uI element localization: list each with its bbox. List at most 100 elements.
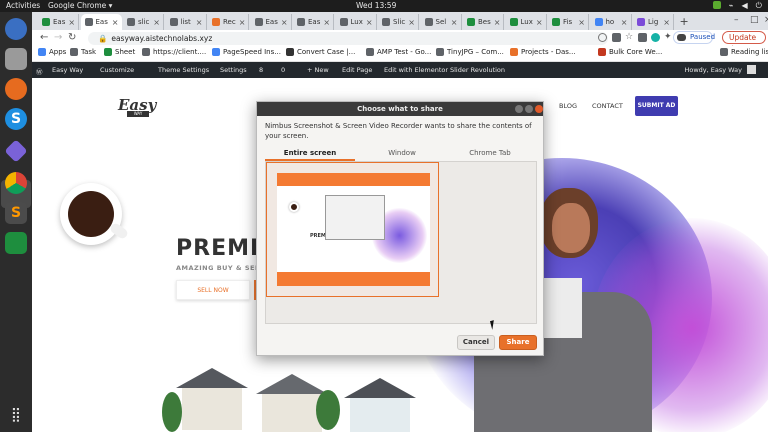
maximize-window-icon[interactable]: □ xyxy=(750,15,759,25)
bookmark-item[interactable]: TinyJPG – Com... xyxy=(436,48,504,56)
grammarly-icon[interactable] xyxy=(651,33,660,42)
obsidian-icon[interactable] xyxy=(4,139,28,163)
back-button[interactable]: ← xyxy=(40,32,48,43)
skype-icon[interactable]: S xyxy=(5,108,27,130)
system-tray[interactable]: ⌁ ◀ ⏻ xyxy=(712,1,762,11)
browser-tab[interactable]: Rec × xyxy=(208,14,249,30)
wp-admin-item[interactable]: Customize xyxy=(100,66,134,74)
user-avatar[interactable] xyxy=(747,65,756,74)
tab-close-icon[interactable]: × xyxy=(112,18,119,27)
browser-tab[interactable]: Lux × xyxy=(506,14,547,30)
tab-close-icon[interactable]: × xyxy=(621,18,628,27)
wp-admin-item[interactable]: Theme Settings xyxy=(158,66,209,74)
browser-tab[interactable]: Lux × xyxy=(336,14,377,30)
reload-button[interactable]: ↻ xyxy=(68,32,76,43)
minimize-icon[interactable] xyxy=(515,105,523,113)
sublime-icon[interactable]: S xyxy=(5,202,27,224)
browser-tab[interactable]: Lig × xyxy=(633,14,674,30)
app-grid-icon[interactable]: ⣿ xyxy=(5,404,27,426)
address-bar[interactable]: 🔒 easyway.aistechnolabs.xyz xyxy=(88,32,608,45)
app-menu[interactable]: Google Chrome ▾ xyxy=(48,1,112,10)
bookmark-item[interactable]: AMP Test - Go... xyxy=(366,48,431,56)
close-icon[interactable] xyxy=(535,105,543,113)
bookmark-item[interactable]: Projects - Das... xyxy=(510,48,576,56)
network-icon[interactable]: ⌁ xyxy=(729,1,734,11)
power-icon[interactable]: ⏻ xyxy=(756,1,762,11)
forward-button[interactable]: → xyxy=(54,32,62,43)
wp-admin-item[interactable]: Slider Revolution xyxy=(450,66,505,74)
tab-close-icon[interactable]: × xyxy=(663,18,670,27)
sell-now-button[interactable]: SELL NOW xyxy=(176,280,250,300)
wp-admin-item[interactable]: Edit with Elementor xyxy=(384,66,448,74)
browser-tab[interactable]: Eas × xyxy=(38,14,79,30)
thunderbird-icon[interactable] xyxy=(5,18,27,40)
tab-close-icon[interactable]: × xyxy=(68,18,75,27)
browser-tab[interactable]: Fis × xyxy=(548,14,589,30)
share-icon[interactable] xyxy=(612,33,621,42)
new-tab-button[interactable]: + xyxy=(680,15,689,28)
browser-tab[interactable]: ho × xyxy=(591,14,632,30)
tab-close-icon[interactable]: × xyxy=(196,18,203,27)
extension-status-icon[interactable] xyxy=(712,1,721,9)
browser-tab[interactable]: Sel × xyxy=(421,14,462,30)
firefox-icon[interactable] xyxy=(5,78,27,100)
update-button[interactable]: Update ⋮ xyxy=(722,31,766,53)
wp-admin-item[interactable]: Easy Way xyxy=(52,66,83,74)
tab-close-icon[interactable]: × xyxy=(494,18,501,27)
browser-tab[interactable]: Eas × xyxy=(251,14,292,30)
reading-list-button[interactable]: Reading list xyxy=(720,48,768,56)
browser-tab[interactable]: slic × xyxy=(123,14,164,30)
bookmark-item[interactable]: Task xyxy=(70,48,96,56)
lock-icon[interactable]: 🔒 xyxy=(98,34,107,43)
browser-tab[interactable]: Eas × xyxy=(80,14,122,30)
puzzle-icon[interactable]: ✦ xyxy=(664,33,673,42)
bookmark-item[interactable]: Convert Case |... xyxy=(286,48,355,56)
tab-close-icon[interactable]: × xyxy=(153,18,160,27)
tab-close-icon[interactable]: × xyxy=(408,18,415,27)
close-window-icon[interactable]: × xyxy=(764,15,768,25)
screen-thumbnail-option[interactable]: PREMI xyxy=(266,162,439,297)
bookmark-item[interactable]: PageSpeed Ins... xyxy=(212,48,281,56)
bookmark-item[interactable]: Bulk Core We... xyxy=(598,48,662,56)
volume-icon[interactable]: ◀ xyxy=(742,1,748,11)
nav-contact[interactable]: CONTACT xyxy=(592,102,623,110)
tab-chrome-tab[interactable]: Chrome Tab xyxy=(445,149,535,161)
bookmark-item[interactable]: Sheet xyxy=(104,48,135,56)
zoom-icon[interactable] xyxy=(598,33,607,42)
sheets-icon[interactable] xyxy=(5,232,27,254)
wp-admin-item[interactable]: Edit Page xyxy=(342,66,372,74)
tab-close-icon[interactable]: × xyxy=(281,18,288,27)
wp-admin-item[interactable]: 8 xyxy=(259,66,263,74)
bookmark-item[interactable]: https://client.... xyxy=(142,48,206,56)
submit-ad-button[interactable]: SUBMIT AD xyxy=(635,96,678,116)
cancel-button[interactable]: Cancel xyxy=(457,335,495,350)
bookmark-star-icon[interactable]: ☆ xyxy=(625,33,634,42)
extension-icon[interactable] xyxy=(638,33,647,42)
tab-close-icon[interactable]: × xyxy=(366,18,373,27)
wp-admin-item[interactable]: + New xyxy=(307,66,329,74)
howdy-user[interactable]: Howdy, Easy Way xyxy=(684,66,742,74)
tab-close-icon[interactable]: × xyxy=(578,18,585,27)
browser-tab[interactable]: Slic × xyxy=(378,14,419,30)
share-button[interactable]: Share xyxy=(499,335,537,350)
wp-admin-item[interactable]: Settings xyxy=(220,66,247,74)
tab-close-icon[interactable]: × xyxy=(323,18,330,27)
browser-tab[interactable]: Bes × xyxy=(463,14,504,30)
maximize-icon[interactable] xyxy=(525,105,533,113)
wordpress-icon[interactable]: Ⓦ xyxy=(36,66,43,76)
clock[interactable]: Wed 13:59 xyxy=(356,1,396,10)
chrome-icon[interactable] xyxy=(5,172,27,194)
minimize-window-icon[interactable]: – xyxy=(734,15,739,25)
wp-admin-item[interactable]: 0 xyxy=(281,66,285,74)
nav-blog[interactable]: BLOG xyxy=(559,102,577,110)
tab-close-icon[interactable]: × xyxy=(239,18,246,27)
tab-window[interactable]: Window xyxy=(357,149,447,161)
tab-close-icon[interactable]: × xyxy=(451,18,458,27)
bookmark-item[interactable]: Apps xyxy=(38,48,66,56)
profile-paused-button[interactable]: Paused xyxy=(673,31,715,44)
browser-tab[interactable]: Eas × xyxy=(293,14,334,30)
tab-close-icon[interactable]: × xyxy=(536,18,543,27)
browser-tab[interactable]: list × xyxy=(166,14,207,30)
activities-button[interactable]: Activities xyxy=(6,1,40,10)
files-icon[interactable] xyxy=(5,48,27,70)
